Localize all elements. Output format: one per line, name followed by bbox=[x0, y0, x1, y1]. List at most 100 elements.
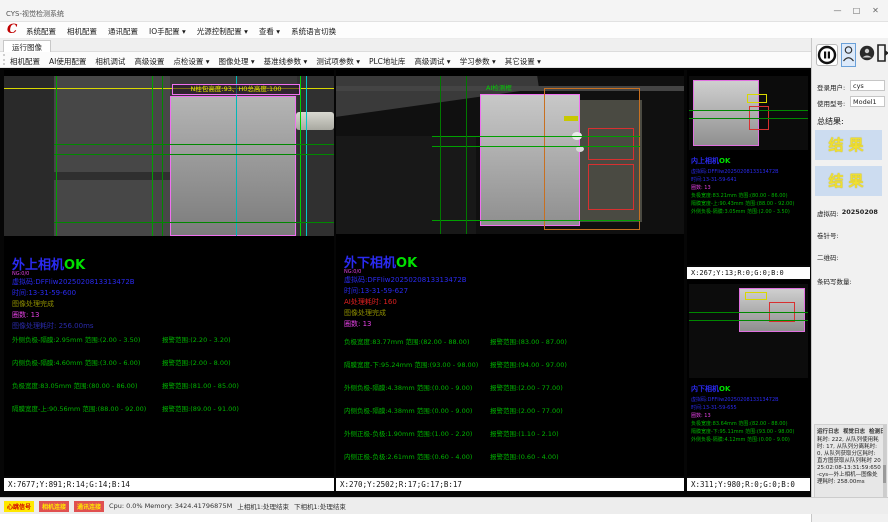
tool-spotcheck-settings[interactable]: 点检设置 ▾ bbox=[173, 56, 209, 67]
measurement-value: 隔膜宽度-上:90.43mm 范围:(88.00 - 92.00) bbox=[691, 200, 794, 208]
tool-test-params[interactable]: 测试项参数 ▾ bbox=[316, 56, 360, 67]
machine-region bbox=[297, 76, 334, 236]
camera-name-label: 内下相机OK bbox=[691, 384, 730, 394]
overlay-green-line bbox=[432, 136, 640, 137]
process-done-label: 图像处理完成 bbox=[12, 299, 135, 310]
write-count-label: 条码写数量: bbox=[817, 276, 852, 286]
overlay-green-line bbox=[689, 110, 808, 111]
close-button[interactable]: ✕ bbox=[867, 4, 884, 17]
panel-camera-inner-upper: 内上相机OK 虚拟码:DFFIiw2025020813313472B 时间:13… bbox=[687, 70, 810, 265]
middle-camera-image[interactable]: AI检测框 bbox=[336, 76, 684, 234]
overlay-cyan-line bbox=[236, 76, 237, 236]
measurement-value: 内侧负极-隔膜:4.38mm 范围:(0.00 - 9.00) bbox=[344, 405, 490, 415]
log-scrollbar[interactable] bbox=[883, 425, 886, 497]
tool-plc-address[interactable]: PLC地址库 bbox=[369, 56, 405, 67]
measurement-value: 负极宽度:83.64mm 范围:(82.00 - 88.00) bbox=[691, 420, 794, 428]
measurement-value: 隔膜宽度-下:95.11mm 范围:(93.00 - 98.00) bbox=[691, 428, 794, 436]
comm-link-badge: 通讯连接 bbox=[74, 501, 104, 512]
barcode-label: 虚拟码:DFFIiw2025020813313472B bbox=[12, 277, 135, 288]
ai-time-label: AI处理耗时: 160 bbox=[344, 297, 467, 308]
logout-button[interactable] bbox=[876, 44, 888, 64]
panel-camera-inner-lower: 内下相机OK 虚拟码:DFFIiw2025020813313472B 时间:13… bbox=[687, 280, 810, 476]
turns-label: 圈数: 13 bbox=[12, 310, 135, 321]
alarm-range: 报警范围:(2.20 - 3.20) bbox=[162, 334, 231, 344]
panel-camera-outer-upper: N柱包高度:93、H0总高度:100 外上相机OK NG:0/0 虚拟码:DFF… bbox=[4, 70, 334, 476]
tool-ai-config[interactable]: AI使用配置 bbox=[49, 56, 86, 67]
measurement-row: 内侧正极-负极:2.61mm 范围:(0.60 - 4.00)报警范围:(0.6… bbox=[344, 451, 680, 474]
menu-view[interactable]: 查看 ▾ bbox=[259, 26, 280, 37]
barcode-label: 虚拟码:DFFIiw2025020813313472B bbox=[691, 396, 794, 404]
measurement-value: 负极宽度:83.05mm 范围:(80.00 - 86.00) bbox=[12, 380, 162, 390]
tool-image-processing[interactable]: 图像处理 ▾ bbox=[219, 56, 255, 67]
toolbar: 相机配置 AI使用配置 相机调试 高级设置 点检设置 ▾ 图像处理 ▾ 基准线参… bbox=[0, 52, 811, 68]
measurement-row: 内侧负极-隔膜:4.38mm 范围:(0.00 - 9.00)报警范围:(2.0… bbox=[344, 405, 680, 428]
heartbeat-badge: 心跳信号 bbox=[4, 501, 34, 512]
user-icon bbox=[842, 44, 855, 64]
menu-light-config[interactable]: 光源控制配置 ▾ bbox=[197, 26, 248, 37]
measurement-value: 外侧负极-隔膜:4.38mm 范围:(0.00 - 9.00) bbox=[344, 382, 490, 392]
tool-learning-params[interactable]: 学习参数 ▾ bbox=[460, 56, 496, 67]
overlay-yellow-rect bbox=[745, 292, 767, 300]
measurement-value: 隔膜宽度-下:95.24mm 范围:(93.00 - 98.00) bbox=[344, 359, 490, 369]
tool-other-settings[interactable]: 其它设置 ▾ bbox=[505, 56, 541, 67]
status-bar: 心跳信号 相机连接 通讯连接 Cpu: 0.0% Memory: 3424.41… bbox=[0, 497, 888, 514]
left-result-block: 外上相机OK NG:0/0 虚拟码:DFFIiw2025020813313472… bbox=[12, 254, 135, 332]
menu-system-config[interactable]: 系统配置 bbox=[26, 26, 56, 37]
pause-button[interactable] bbox=[816, 44, 838, 66]
log-panel[interactable]: 运行日志 视觉日志 检测日志 耗时: 222, 从队列使用耗时: 17, 从队列… bbox=[814, 424, 887, 498]
measurement-row: 外侧负极-隔膜:2.95mm 范围:(2.00 - 3.50)报警范围:(2.2… bbox=[12, 334, 330, 357]
menu-comm-config[interactable]: 通讯配置 bbox=[108, 26, 138, 37]
model-value[interactable]: Model1 bbox=[850, 96, 885, 107]
overlay-yellow-mark bbox=[564, 116, 578, 121]
measurement-row: 负极宽度:83.05mm 范围:(80.00 - 86.00)报警范围:(81.… bbox=[12, 380, 330, 403]
ai-box-label: AI检测框 bbox=[486, 82, 512, 92]
tool-camera-config[interactable]: 相机配置 bbox=[10, 56, 40, 67]
right-bottom-camera-image[interactable] bbox=[689, 284, 808, 378]
alarm-range: 报警范围:(94.00 - 97.00) bbox=[490, 359, 567, 369]
overlay-yellow-rect bbox=[747, 94, 767, 103]
window-controls: — □ ✕ bbox=[829, 4, 884, 17]
tool-baseline-params[interactable]: 基准线参数 ▾ bbox=[264, 56, 308, 67]
qrcode-label: 二维码: bbox=[817, 252, 839, 262]
barcode-label: 虚拟码:DFFIiw2025020813313472B bbox=[691, 168, 794, 176]
log-text: 耗时: 222, 从队列使用耗时: 17, 从队列分离耗时: 0, 从队列获取分… bbox=[815, 436, 886, 488]
log-tabs: 运行日志 视觉日志 检测日志 bbox=[815, 425, 886, 436]
log-tab-run[interactable]: 运行日志 bbox=[817, 427, 839, 435]
log-tab-vision[interactable]: 视觉日志 bbox=[843, 427, 865, 435]
menu-language-switch[interactable]: 系统语言切换 bbox=[291, 26, 336, 37]
process-done-label: 图像处理完成 bbox=[344, 308, 467, 319]
tool-camera-debug[interactable]: 相机调试 bbox=[95, 56, 125, 67]
panel-camera-outer-lower: AI检测框 外下相机OK NG:0/0 虚拟码:DFFIiw2025020813… bbox=[336, 70, 684, 476]
menu-bar: C 系统配置 相机配置 通讯配置 IO手配置 ▾ 光源控制配置 ▾ 查看 ▾ 系… bbox=[0, 22, 888, 39]
vcode-row: 虚拟码: 20250208 bbox=[817, 208, 878, 218]
left-camera-image[interactable]: N柱包高度:93、H0总高度:100 bbox=[4, 76, 334, 236]
left-pixel-coords: X:7677;Y:891;R:14;G:14;B:14 bbox=[4, 478, 334, 491]
overlay-green-line bbox=[300, 76, 301, 236]
overlay-red-rect bbox=[588, 164, 634, 210]
middle-result-block: 外下相机OK NG:0/0 虚拟码:DFFIiw2025020813313472… bbox=[344, 252, 467, 330]
overlay-green-line bbox=[54, 154, 334, 155]
barcode-label: 虚拟码:DFFIiw2025020813313472B bbox=[344, 275, 467, 286]
window-title: CYS-视觉检测系统 bbox=[6, 9, 64, 19]
user-login-button[interactable] bbox=[841, 43, 856, 67]
time-label: 时间:13-31-59-627 bbox=[344, 286, 467, 297]
operator-icon bbox=[859, 45, 875, 61]
height-overlay-label: N柱包高度:93、H0总高度:100 bbox=[172, 84, 300, 95]
login-user-value[interactable]: cys bbox=[850, 80, 885, 91]
operator-button[interactable] bbox=[859, 45, 875, 63]
vcode-value: 20250208 bbox=[842, 208, 878, 218]
tool-advanced-settings[interactable]: 高级设置 bbox=[134, 56, 164, 67]
menu-camera-config[interactable]: 相机配置 bbox=[67, 26, 97, 37]
sidebar: 登录用户: cys 使用型号: Model1 总结果: 结果 结果 虚拟码: 2… bbox=[811, 38, 888, 522]
menu-io-config[interactable]: IO手配置 ▾ bbox=[149, 26, 186, 37]
vcode-label: 虚拟码: bbox=[817, 208, 839, 218]
measurement-value: 外侧负极-隔膜:4.12mm 范围:(0.00 - 9.00) bbox=[691, 436, 794, 444]
time-label: 时间:13-31-59-600 bbox=[12, 288, 135, 299]
turns-label: 圈数: 13 bbox=[691, 184, 794, 192]
tool-advanced-debug[interactable]: 高级调试 ▾ bbox=[414, 56, 450, 67]
maximize-button[interactable]: □ bbox=[848, 4, 865, 17]
minimize-button[interactable]: — bbox=[829, 4, 846, 17]
right-top-camera-image[interactable] bbox=[689, 76, 808, 150]
camera-name-label: 内上相机OK bbox=[691, 156, 730, 166]
log-scrollbar-thumb[interactable] bbox=[883, 465, 886, 483]
